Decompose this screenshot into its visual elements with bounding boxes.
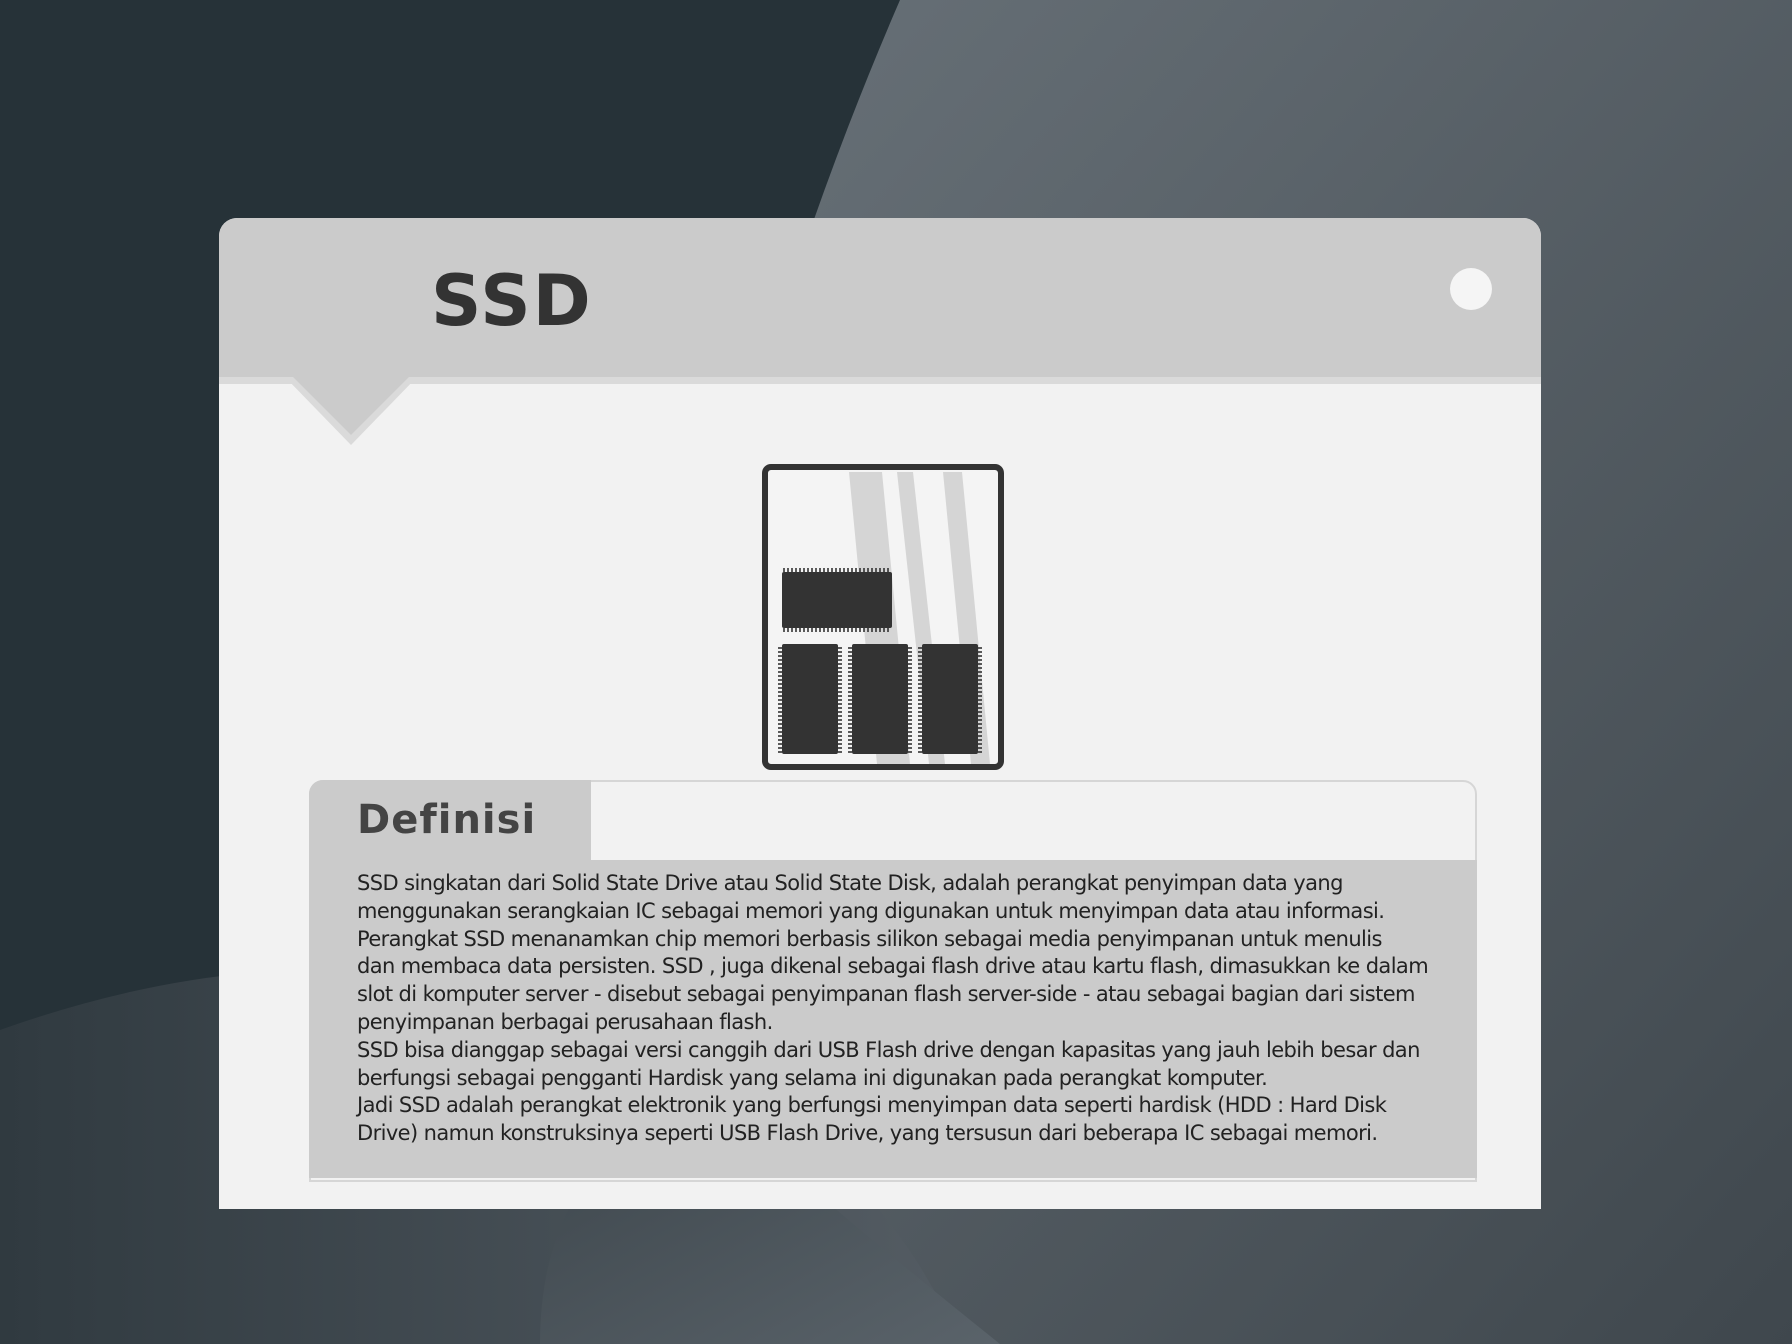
definition-line: Drive) namun konstruksinya seperti USB F… [357, 1121, 1378, 1146]
definition-text: SSD singkatan dari Solid State Drive ata… [357, 870, 1443, 1148]
definition-heading: Definisi [357, 797, 537, 843]
window-dot-button[interactable] [1450, 268, 1492, 310]
definition-line: berfungsi sebagai pengganti Hardisk yang… [357, 1065, 1268, 1090]
definition-tab: Definisi [309, 780, 591, 860]
definition-line: Jadi SSD adalah perangkat elektronik yan… [357, 1093, 1387, 1118]
definition-line: Perangkat SSD menanamkan chip memori ber… [357, 926, 1382, 951]
header-pointer [285, 377, 417, 445]
definition-panel: Definisi SSD singkatan dari Solid State … [309, 780, 1477, 1182]
definition-line: SSD bisa dianggap sebagai versi canggih … [357, 1037, 1420, 1062]
definition-line: penyimpanan berbagai perusahaan flash. [357, 1009, 773, 1034]
ssd-chip-icon [762, 464, 1004, 770]
definition-body: SSD singkatan dari Solid State Drive ata… [309, 860, 1477, 1178]
ssd-card: SSD Definisi SSD singkatan dari Solid St… [219, 218, 1541, 1209]
page-title: SSD [431, 260, 593, 342]
definition-line: slot di komputer server - disebut sebaga… [357, 982, 1415, 1007]
definition-line: menggunakan serangkaian IC sebagai memor… [357, 898, 1385, 923]
definition-line: dan membaca data persisten. SSD , juga d… [357, 954, 1429, 979]
card-header: SSD [219, 218, 1541, 377]
definition-line: SSD singkatan dari Solid State Drive ata… [357, 871, 1343, 895]
header-divider [219, 377, 1541, 384]
